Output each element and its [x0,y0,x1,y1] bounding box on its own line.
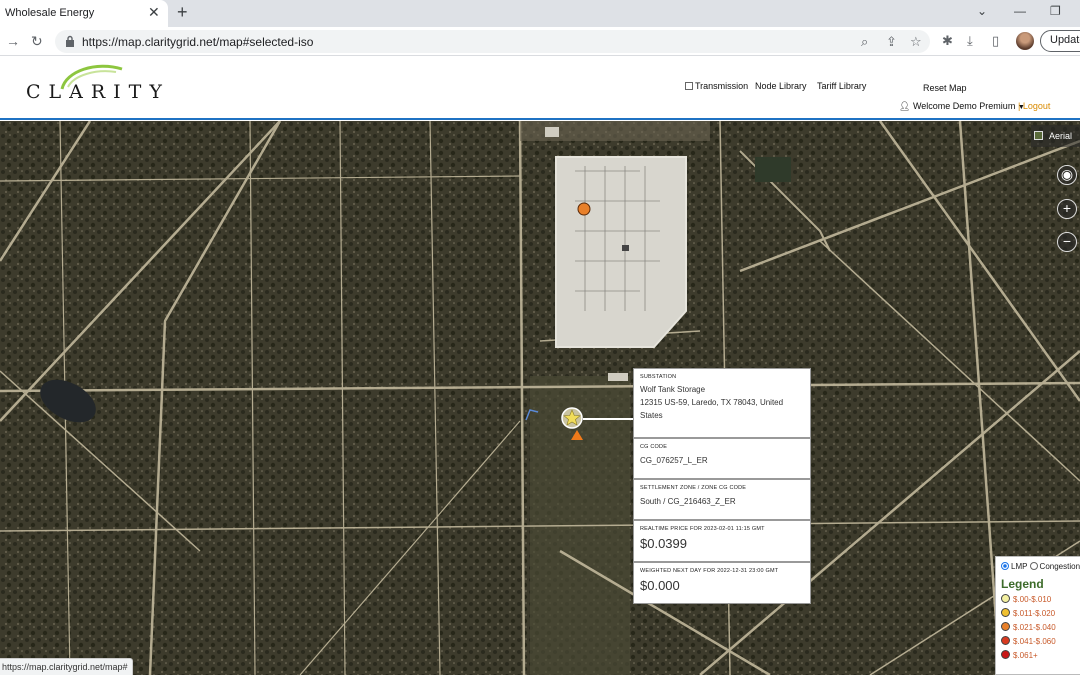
legend-item: $.00-$.010 [1001,594,1080,605]
transmission-checkbox[interactable] [685,82,693,90]
status-bar-url: https://map.claritygrid.net/map# [0,658,133,675]
logout-link[interactable]: | Logout [1018,101,1050,111]
logout-label: Logout [1022,101,1051,111]
url-text: https://map.claritygrid.net/map#selected… [82,35,314,49]
aerial-imagery [0,121,1080,675]
update-button[interactable]: Update [1040,30,1080,52]
substation-name: Wolf Tank Storage [640,385,706,394]
realtime-label: REALTIME PRICE FOR 2023-02-01 11:15 GMT [640,526,765,532]
legend-item-label: $.011-$.020 [1013,609,1056,618]
locate-button[interactable]: ◉ [1057,165,1077,185]
congestion-label: Congestion [1039,562,1080,571]
user-menu[interactable]: 👤︎ Welcome Demo Premium ▼ [899,101,1025,112]
address-bar[interactable]: https://map.claritygrid.net/map#selected… [55,30,930,53]
zoom-in-button[interactable]: + [1057,199,1077,219]
tab-search-icon[interactable]: ⌄ [977,4,987,18]
cg-code-card: CG CODE CG_076257_L_ER [633,438,811,479]
browser-tab-bar: Wholesale Energy ✕ + ⌄ — ❐ [0,0,1080,27]
zone-value: South / CG_216463_Z_ER [640,497,736,506]
legend-dot-icon [1001,622,1010,631]
legend-dot-icon [1001,636,1010,645]
cg-code-label: CG CODE [640,444,668,450]
lmp-label: LMP [1011,562,1028,571]
download-icon[interactable]: ⤓ [967,33,973,49]
extensions-icon[interactable]: ✱ [942,33,953,49]
cg-code-value: CG_076257_L_ER [640,456,708,465]
aerial-layer-toggle[interactable]: Aerial [1031,125,1080,147]
profile-avatar[interactable] [1016,32,1034,50]
user-icon: 👤︎ [899,101,911,111]
share-icon[interactable]: ⇪ [886,34,897,50]
selected-node-star-icon[interactable] [560,406,584,430]
legend-item: $.041-$.060 [1001,636,1080,647]
legend-item: $.061+ [1001,650,1080,661]
nextday-label: WEIGHTED NEXT DAY FOR 2022-12-31 23:00 G… [640,568,779,574]
browser-toolbar: → ↻ https://map.claritygrid.net/map#sele… [0,27,1080,56]
restore-icon[interactable]: ❐ [1050,4,1061,18]
tariff-library-link[interactable]: Tariff Library [817,81,866,91]
welcome-text: Welcome Demo Premium [912,101,1016,111]
app-header: CLARITY Transmission Node Library Tariff… [0,57,1080,120]
substation-label: SUBSTATION [640,374,677,380]
side-panel-icon[interactable]: ▯ [992,33,999,49]
zoom-out-button[interactable]: − [1057,232,1077,252]
legend-item-label: $.021-$.040 [1013,623,1056,632]
legend-dot-icon [1001,594,1010,603]
zoom-icon[interactable]: ⌕ [861,34,868,50]
map-legend: LMP Congestion Legend $.00-$.010 $.011-$… [995,556,1080,675]
lock-icon [66,35,74,47]
substation-card: SUBSTATION Wolf Tank Storage 12315 US-59… [633,368,811,438]
transmission-toggle[interactable]: Transmission [685,81,748,91]
node-library-link[interactable]: Node Library [755,81,807,91]
new-tab-icon[interactable]: + [177,3,188,21]
lmp-radio[interactable] [1001,562,1009,570]
realtime-price-card: REALTIME PRICE FOR 2023-02-01 11:15 GMT … [633,520,811,562]
substation-address: 12315 US-59, Laredo, TX 78043, United St… [640,398,784,420]
next-day-card: WEIGHTED NEXT DAY FOR 2022-12-31 23:00 G… [633,562,811,604]
legend-dot-icon [1001,608,1010,617]
map-canvas[interactable]: Aerial ◉ + − SUBSTATION Wolf Tank Storag… [0,121,1080,675]
realtime-value: $0.0399 [640,536,687,551]
reset-map-button[interactable]: Reset Map [923,83,967,93]
forward-icon[interactable]: → [6,33,20,49]
legend-dot-icon [1001,650,1010,659]
logo-text: CLARITY [26,81,170,103]
callout-connector [583,418,633,420]
reload-icon[interactable]: ↻ [31,33,43,50]
legend-title: Legend [1001,577,1044,591]
legend-item-label: $.061+ [1013,651,1038,660]
congestion-radio[interactable] [1029,562,1038,570]
legend-item: $.021-$.040 [1001,622,1080,633]
tab-title: Wholesale Energy [5,7,95,19]
substation-node-marker[interactable] [575,200,593,218]
minimize-icon[interactable]: — [1014,4,1026,18]
zone-label: SETTLEMENT ZONE / ZONE CG CODE [640,485,747,491]
legend-item: $.011-$.020 [1001,608,1080,619]
pin-outline-icon [525,409,539,421]
clarity-logo[interactable]: CLARITY [26,63,206,103]
legend-item-label: $.041-$.060 [1013,637,1056,646]
nextday-value: $0.000 [640,578,680,593]
close-tab-icon[interactable]: ✕ [148,5,160,19]
legend-item-label: $.00-$.010 [1013,595,1052,604]
aerial-label: Aerial [1049,131,1073,141]
aerial-swatch-icon [1034,131,1043,140]
zone-card: SETTLEMENT ZONE / ZONE CG CODE South / C… [633,479,811,520]
transmission-label: Transmission [695,81,749,91]
warning-triangle-icon [571,430,583,440]
browser-tab[interactable]: Wholesale Energy ✕ [0,0,168,27]
bookmark-star-icon[interactable]: ☆ [910,34,922,50]
